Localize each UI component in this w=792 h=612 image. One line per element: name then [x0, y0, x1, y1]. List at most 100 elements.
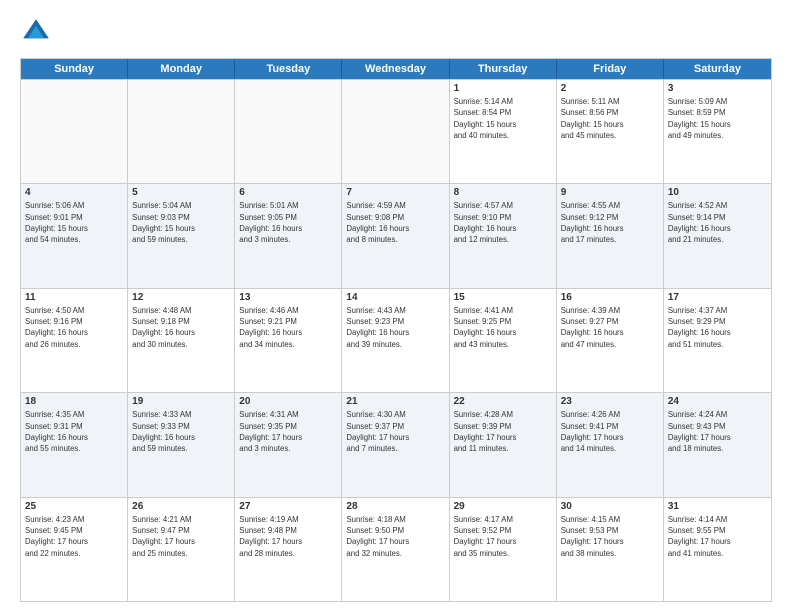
day-info: Sunrise: 5:01 AM Sunset: 9:05 PM Dayligh…: [239, 200, 337, 245]
day-info: Sunrise: 4:55 AM Sunset: 9:12 PM Dayligh…: [561, 200, 659, 245]
day-cell-31: 31 Sunrise: 4:14 AM Sunset: 9:55 PM Dayli…: [664, 498, 771, 601]
day-number: 15: [454, 292, 552, 303]
page: SundayMondayTuesdayWednesdayThursdayFrid…: [0, 0, 792, 612]
day-cell-1: 1 Sunrise: 5:14 AM Sunset: 8:54 PM Daylig…: [450, 80, 557, 183]
day-info: Sunrise: 4:59 AM Sunset: 9:08 PM Dayligh…: [346, 200, 444, 245]
day-cell-9: 9 Sunrise: 4:55 AM Sunset: 9:12 PM Daylig…: [557, 184, 664, 287]
day-number: 12: [132, 292, 230, 303]
day-number: 17: [668, 292, 767, 303]
day-info: Sunrise: 4:48 AM Sunset: 9:18 PM Dayligh…: [132, 305, 230, 350]
empty-cell-0-2: [235, 80, 342, 183]
day-number: 4: [25, 187, 123, 198]
header-day-sunday: Sunday: [21, 59, 128, 79]
day-info: Sunrise: 5:11 AM Sunset: 8:56 PM Dayligh…: [561, 96, 659, 141]
day-info: Sunrise: 4:43 AM Sunset: 9:23 PM Dayligh…: [346, 305, 444, 350]
day-number: 18: [25, 396, 123, 407]
day-number: 24: [668, 396, 767, 407]
header-day-wednesday: Wednesday: [342, 59, 449, 79]
day-cell-24: 24 Sunrise: 4:24 AM Sunset: 9:43 PM Dayli…: [664, 393, 771, 496]
day-info: Sunrise: 4:28 AM Sunset: 9:39 PM Dayligh…: [454, 409, 552, 454]
day-cell-18: 18 Sunrise: 4:35 AM Sunset: 9:31 PM Dayli…: [21, 393, 128, 496]
day-info: Sunrise: 4:30 AM Sunset: 9:37 PM Dayligh…: [346, 409, 444, 454]
calendar-body: 1 Sunrise: 5:14 AM Sunset: 8:54 PM Daylig…: [21, 79, 771, 601]
day-cell-28: 28Sunrise: 4:18 AM Sunset: 9:50 PM Dayli…: [342, 498, 449, 601]
header-day-saturday: Saturday: [664, 59, 771, 79]
day-number: 16: [561, 292, 659, 303]
day-number: 14: [346, 292, 444, 303]
day-cell-11: 11 Sunrise: 4:50 AM Sunset: 9:16 PM Dayli…: [21, 289, 128, 392]
calendar-row-4: 25 Sunrise: 4:23 AM Sunset: 9:45 PM Dayli…: [21, 497, 771, 601]
day-number: 29: [454, 501, 552, 512]
day-info: Sunrise: 4:41 AM Sunset: 9:25 PM Dayligh…: [454, 305, 552, 350]
day-number: 25: [25, 501, 123, 512]
day-number: 23: [561, 396, 659, 407]
day-number: 1: [454, 83, 552, 94]
day-info: Sunrise: 4:46 AM Sunset: 9:21 PM Dayligh…: [239, 305, 337, 350]
day-cell-26: 26Sunrise: 4:21 AM Sunset: 9:47 PM Dayli…: [128, 498, 235, 601]
day-cell-13: 13 Sunrise: 4:46 AM Sunset: 9:21 PM Dayli…: [235, 289, 342, 392]
day-number: 31: [668, 501, 767, 512]
day-number: 9: [561, 187, 659, 198]
day-info: Sunrise: 5:06 AM Sunset: 9:01 PM Dayligh…: [25, 200, 123, 245]
empty-cell-0-0: [21, 80, 128, 183]
header-day-friday: Friday: [557, 59, 664, 79]
day-info: Sunrise: 4:14 AM Sunset: 9:55 PM Dayligh…: [668, 514, 767, 559]
calendar-row-1: 4 Sunrise: 5:06 AM Sunset: 9:01 PM Daylig…: [21, 183, 771, 287]
day-info: Sunrise: 4:18 AM Sunset: 9:50 PM Dayligh…: [346, 514, 444, 559]
day-cell-14: 14 Sunrise: 4:43 AM Sunset: 9:23 PM Dayli…: [342, 289, 449, 392]
header: [20, 16, 772, 48]
day-info: Sunrise: 5:09 AM Sunset: 8:59 PM Dayligh…: [668, 96, 767, 141]
day-cell-25: 25 Sunrise: 4:23 AM Sunset: 9:45 PM Dayli…: [21, 498, 128, 601]
day-info: Sunrise: 4:21 AM Sunset: 9:47 PM Dayligh…: [132, 514, 230, 559]
day-number: 19: [132, 396, 230, 407]
day-cell-27: 27 Sunrise: 4:19 AM Sunset: 9:48 PM Dayli…: [235, 498, 342, 601]
day-cell-3: 3 Sunrise: 5:09 AM Sunset: 8:59 PM Daylig…: [664, 80, 771, 183]
day-cell-10: 10 Sunrise: 4:52 AM Sunset: 9:14 PM Dayli…: [664, 184, 771, 287]
day-number: 13: [239, 292, 337, 303]
day-cell-16: 16Sunrise: 4:39 AM Sunset: 9:27 PM Dayli…: [557, 289, 664, 392]
calendar: SundayMondayTuesdayWednesdayThursdayFrid…: [20, 58, 772, 602]
logo: [20, 16, 58, 48]
day-cell-5: 5Sunrise: 5:04 AM Sunset: 9:03 PM Daylig…: [128, 184, 235, 287]
day-info: Sunrise: 4:33 AM Sunset: 9:33 PM Dayligh…: [132, 409, 230, 454]
day-cell-8: 8Sunrise: 4:57 AM Sunset: 9:10 PM Daylig…: [450, 184, 557, 287]
empty-cell-0-3: [342, 80, 449, 183]
day-number: 7: [346, 187, 444, 198]
empty-cell-0-1: [128, 80, 235, 183]
day-number: 11: [25, 292, 123, 303]
calendar-row-3: 18 Sunrise: 4:35 AM Sunset: 9:31 PM Dayli…: [21, 392, 771, 496]
day-number: 5: [132, 187, 230, 198]
day-cell-6: 6 Sunrise: 5:01 AM Sunset: 9:05 PM Daylig…: [235, 184, 342, 287]
day-info: Sunrise: 4:37 AM Sunset: 9:29 PM Dayligh…: [668, 305, 767, 350]
day-cell-4: 4 Sunrise: 5:06 AM Sunset: 9:01 PM Daylig…: [21, 184, 128, 287]
day-info: Sunrise: 4:35 AM Sunset: 9:31 PM Dayligh…: [25, 409, 123, 454]
day-cell-19: 19 Sunrise: 4:33 AM Sunset: 9:33 PM Dayli…: [128, 393, 235, 496]
header-day-monday: Monday: [128, 59, 235, 79]
day-info: Sunrise: 5:14 AM Sunset: 8:54 PM Dayligh…: [454, 96, 552, 141]
day-number: 10: [668, 187, 767, 198]
day-number: 22: [454, 396, 552, 407]
day-info: Sunrise: 4:26 AM Sunset: 9:41 PM Dayligh…: [561, 409, 659, 454]
day-cell-15: 15 Sunrise: 4:41 AM Sunset: 9:25 PM Dayli…: [450, 289, 557, 392]
calendar-row-2: 11 Sunrise: 4:50 AM Sunset: 9:16 PM Dayli…: [21, 288, 771, 392]
day-number: 20: [239, 396, 337, 407]
day-info: Sunrise: 4:52 AM Sunset: 9:14 PM Dayligh…: [668, 200, 767, 245]
day-cell-20: 20 Sunrise: 4:31 AM Sunset: 9:35 PM Dayli…: [235, 393, 342, 496]
day-cell-23: 23 Sunrise: 4:26 AM Sunset: 9:41 PM Dayli…: [557, 393, 664, 496]
day-number: 30: [561, 501, 659, 512]
day-cell-7: 7 Sunrise: 4:59 AM Sunset: 9:08 PM Daylig…: [342, 184, 449, 287]
day-number: 3: [668, 83, 767, 94]
day-info: Sunrise: 4:23 AM Sunset: 9:45 PM Dayligh…: [25, 514, 123, 559]
day-number: 21: [346, 396, 444, 407]
day-info: Sunrise: 4:19 AM Sunset: 9:48 PM Dayligh…: [239, 514, 337, 559]
day-number: 2: [561, 83, 659, 94]
calendar-row-0: 1 Sunrise: 5:14 AM Sunset: 8:54 PM Daylig…: [21, 79, 771, 183]
day-info: Sunrise: 4:31 AM Sunset: 9:35 PM Dayligh…: [239, 409, 337, 454]
day-info: Sunrise: 4:50 AM Sunset: 9:16 PM Dayligh…: [25, 305, 123, 350]
day-number: 6: [239, 187, 337, 198]
day-info: Sunrise: 4:24 AM Sunset: 9:43 PM Dayligh…: [668, 409, 767, 454]
header-day-thursday: Thursday: [450, 59, 557, 79]
header-day-tuesday: Tuesday: [235, 59, 342, 79]
day-number: 8: [454, 187, 552, 198]
day-number: 27: [239, 501, 337, 512]
